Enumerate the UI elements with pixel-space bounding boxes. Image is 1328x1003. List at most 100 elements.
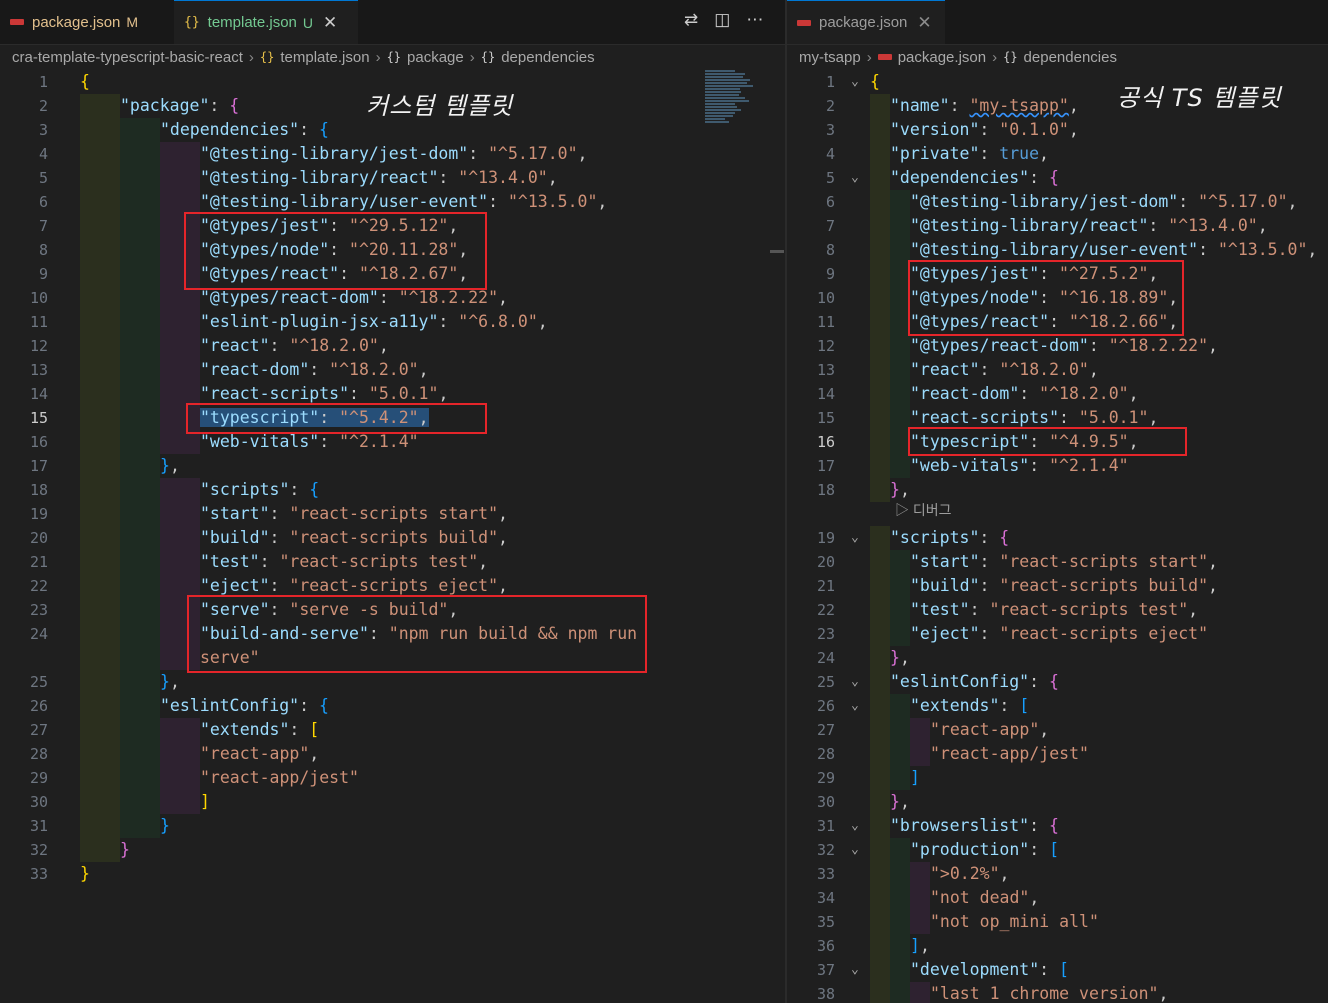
code-line[interactable]: 29]	[787, 766, 1328, 790]
code-line[interactable]: 28 "react-app",	[0, 742, 785, 766]
code-line[interactable]: 25},	[0, 670, 785, 694]
indent-guide	[160, 142, 200, 166]
code-line[interactable]: 14 "react-dom": "^18.2.0",	[787, 382, 1328, 406]
code-text: "private": true,	[890, 142, 1049, 166]
indent-guide	[870, 886, 890, 910]
code-line[interactable]: 30},	[787, 790, 1328, 814]
code-line[interactable]: 38 "last 1 chrome version",	[787, 982, 1328, 1003]
debug-codelens[interactable]: ▷ 디버그	[895, 500, 952, 520]
breadcrumb-symbol-package[interactable]: package	[407, 49, 464, 66]
code-line[interactable]: 12 "react": "^18.2.0",	[0, 334, 785, 358]
code-line[interactable]: 3 "version": "0.1.0",	[787, 118, 1328, 142]
code-line[interactable]: 20 "start": "react-scripts start",	[787, 550, 1328, 574]
close-icon[interactable]: ✕	[917, 13, 931, 33]
indent-guide	[870, 526, 890, 550]
code-line[interactable]: 21 "test": "react-scripts test",	[0, 550, 785, 574]
code-line[interactable]: 29 "react-app/jest"	[0, 766, 785, 790]
compare-changes-icon[interactable]: ⇄	[684, 10, 698, 30]
code-line[interactable]: 31}	[0, 814, 785, 838]
code-line[interactable]: 37 ⌄ "development": [	[787, 958, 1328, 982]
code-line[interactable]: 27 "react-app",	[787, 718, 1328, 742]
indent-guide	[120, 478, 160, 502]
breadcrumb-symbol-dependencies[interactable]: dependencies	[1024, 49, 1117, 66]
tab-template-json[interactable]: {} template.json U ✕	[174, 0, 358, 44]
indent-guide	[120, 142, 160, 166]
fold-chevron-icon[interactable]: ⌄	[851, 958, 859, 982]
code-line[interactable]: 26 "eslintConfig": {	[0, 694, 785, 718]
code-line[interactable]: 3 "dependencies": {	[0, 118, 785, 142]
tab-package-json[interactable]: package.json M	[0, 0, 172, 44]
code-token: "react-app/jest"	[200, 768, 359, 787]
breadcrumb-file[interactable]: template.json	[280, 49, 369, 66]
tab-status-badge: M	[126, 14, 139, 30]
code-line[interactable]: 33}	[0, 862, 785, 886]
code-line[interactable]: 33 ">0.2%",	[787, 862, 1328, 886]
code-line[interactable]: 11 "eslint-plugin-jsx-a11y": "^6.8.0",	[0, 310, 785, 334]
code-line[interactable]: 19 ⌄ "scripts": {	[787, 526, 1328, 550]
code-line[interactable]: 6 "@testing-library/user-event": "^13.5.0…	[0, 190, 785, 214]
split-editor-icon[interactable]: ◫	[714, 10, 730, 30]
fold-chevron-icon[interactable]: ⌄	[851, 838, 859, 862]
code-line[interactable]: 19 "start": "react-scripts start",	[0, 502, 785, 526]
line-number: 23	[816, 625, 835, 643]
fold-chevron-icon[interactable]: ⌄	[851, 70, 859, 94]
fold-chevron-icon[interactable]: ⌄	[851, 694, 859, 718]
line-number: 6	[38, 193, 48, 211]
code-line[interactable]: 8 "@testing-library/user-event": "^13.5.0…	[787, 238, 1328, 262]
code-line[interactable]: 21 "build": "react-scripts build",	[787, 574, 1328, 598]
code-line[interactable]: 17 "web-vitals": "^2.1.4"	[787, 454, 1328, 478]
fold-chevron-icon[interactable]: ⌄	[851, 526, 859, 550]
code-line[interactable]: 5 ⌄ "dependencies": {	[787, 166, 1328, 190]
code-line[interactable]: 13 "react": "^18.2.0",	[787, 358, 1328, 382]
code-line[interactable]: 25 ⌄ "eslintConfig": {	[787, 670, 1328, 694]
tab-package-json[interactable]: package.json ✕	[787, 0, 945, 44]
fold-chevron-icon[interactable]: ⌄	[851, 670, 859, 694]
close-icon[interactable]: ✕	[323, 13, 337, 33]
code-line[interactable]: 4 "private": true,	[787, 142, 1328, 166]
indent-guide	[160, 190, 200, 214]
code-line[interactable]: 32}	[0, 838, 785, 862]
code-line[interactable]: 13 "react-dom": "^18.2.0",	[0, 358, 785, 382]
code-token: "react-scripts build"	[289, 528, 499, 547]
code-line[interactable]: 6 "@testing-library/jest-dom": "^5.17.0",	[787, 190, 1328, 214]
code-line[interactable]: 34 "not dead",	[787, 886, 1328, 910]
code-line[interactable]: 28 "react-app/jest"	[787, 742, 1328, 766]
code-line[interactable]: 18 "scripts": {	[0, 478, 785, 502]
indent-guide	[80, 382, 120, 406]
code-text: },	[890, 646, 910, 670]
indent-guide	[870, 166, 890, 190]
code-editor-left[interactable]: 1{2 "package": {3 "dependencies": {4 "@test…	[0, 70, 785, 1003]
scrollbar-thumb[interactable]	[770, 250, 784, 253]
code-line[interactable]: 26 ⌄ "extends": [	[787, 694, 1328, 718]
fold-chevron-icon[interactable]: ⌄	[851, 166, 859, 190]
code-line[interactable]: 20 "build": "react-scripts build",	[0, 526, 785, 550]
code-line[interactable]: 7 "@testing-library/react": "^13.4.0",	[787, 214, 1328, 238]
more-actions-icon[interactable]: ⋯	[746, 10, 763, 30]
code-line[interactable]: 18},	[787, 478, 1328, 502]
breadcrumb-folder[interactable]: cra-template-typescript-basic-react	[12, 49, 243, 66]
code-line[interactable]: 27 "extends": [	[0, 718, 785, 742]
code-line[interactable]: 30]	[0, 790, 785, 814]
code-line[interactable]: 24},	[787, 646, 1328, 670]
code-line[interactable]: 12 "@types/react-dom": "^18.2.22",	[787, 334, 1328, 358]
code-line[interactable]: 35 "not op_mini all"	[787, 910, 1328, 934]
code-line-wrap[interactable]	[787, 502, 1328, 526]
line-number: 23	[29, 601, 48, 619]
code-line[interactable]: 36],	[787, 934, 1328, 958]
code-line[interactable]: 17},	[0, 454, 785, 478]
code-line[interactable]: 32 ⌄ "production": [	[787, 838, 1328, 862]
code-line[interactable]: 5 "@testing-library/react": "^13.4.0",	[0, 166, 785, 190]
fold-chevron-icon[interactable]: ⌄	[851, 814, 859, 838]
minimap[interactable]	[705, 70, 760, 130]
code-editor-right[interactable]: 1 ⌄ {2 "name": "my-tsapp", 3 "version": "0.1.…	[787, 70, 1328, 1003]
breadcrumb-symbol-dependencies[interactable]: dependencies	[501, 49, 594, 66]
indent-guide	[160, 790, 200, 814]
code-line[interactable]: 22 "test": "react-scripts test",	[787, 598, 1328, 622]
code-line[interactable]: 4 "@testing-library/jest-dom": "^5.17.0",	[0, 142, 785, 166]
code-line[interactable]: 23 "eject": "react-scripts eject"	[787, 622, 1328, 646]
code-token: "@testing-library/user-event"	[910, 240, 1199, 259]
breadcrumb-folder[interactable]: my-tsapp	[799, 49, 861, 66]
code-line[interactable]: 31 ⌄ "browserslist": {	[787, 814, 1328, 838]
line-number: 30	[29, 793, 48, 811]
breadcrumb-file[interactable]: package.json	[898, 49, 986, 66]
